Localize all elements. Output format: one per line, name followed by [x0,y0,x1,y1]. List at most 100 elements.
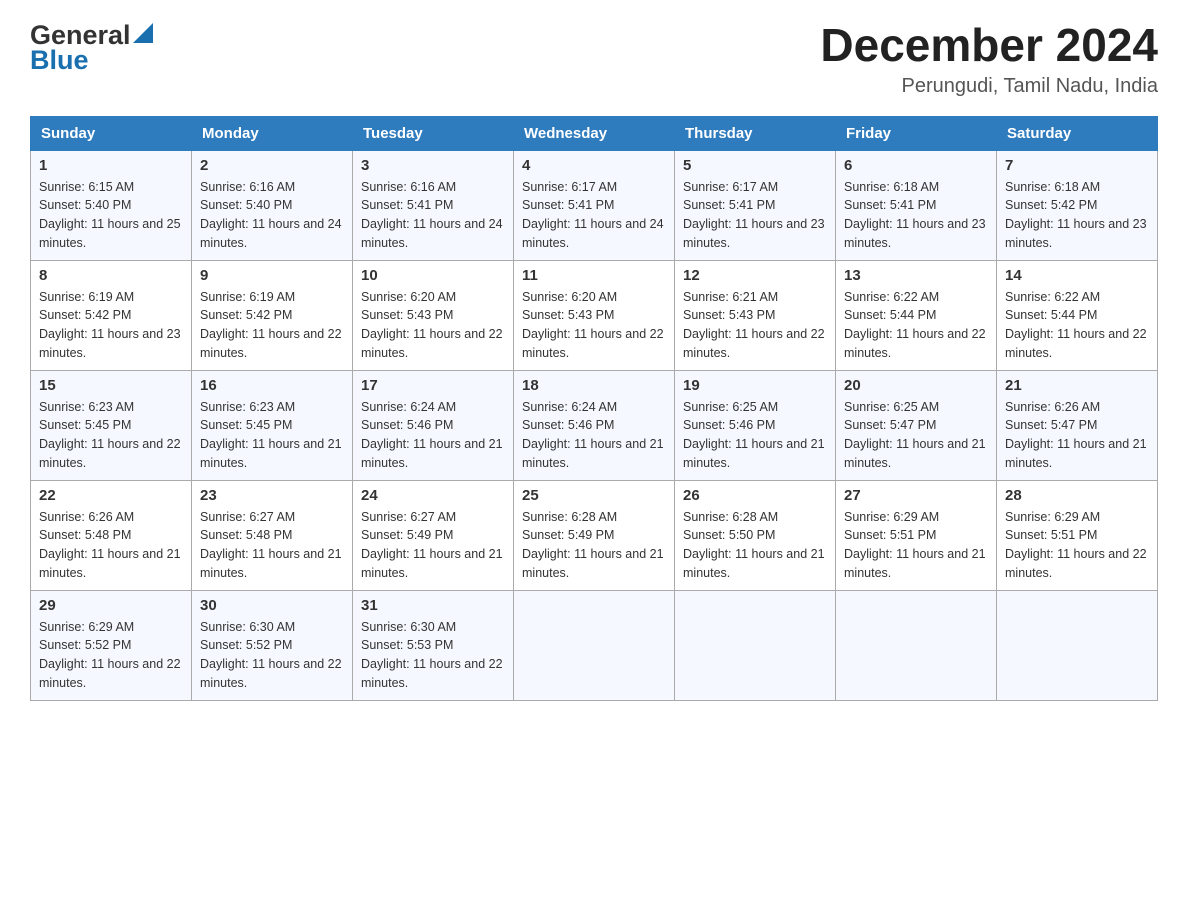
day-number: 4 [522,157,666,174]
day-number: 24 [361,487,505,504]
month-year-title: December 2024 [820,20,1158,71]
day-cell: 12 Sunrise: 6:21 AMSunset: 5:43 PMDaylig… [675,260,836,370]
day-number: 12 [683,267,827,284]
day-info: Sunrise: 6:16 AMSunset: 5:40 PMDaylight:… [200,180,342,250]
day-info: Sunrise: 6:29 AMSunset: 5:51 PMDaylight:… [844,510,986,580]
day-number: 3 [361,157,505,174]
day-number: 5 [683,157,827,174]
day-cell: 26 Sunrise: 6:28 AMSunset: 5:50 PMDaylig… [675,480,836,590]
day-cell: 18 Sunrise: 6:24 AMSunset: 5:46 PMDaylig… [514,370,675,480]
logo-blue-text: Blue [30,45,89,76]
day-cell: 11 Sunrise: 6:20 AMSunset: 5:43 PMDaylig… [514,260,675,370]
day-cell: 19 Sunrise: 6:25 AMSunset: 5:46 PMDaylig… [675,370,836,480]
day-info: Sunrise: 6:22 AMSunset: 5:44 PMDaylight:… [844,290,986,360]
day-number: 17 [361,377,505,394]
day-info: Sunrise: 6:20 AMSunset: 5:43 PMDaylight:… [361,290,503,360]
day-cell: 29 Sunrise: 6:29 AMSunset: 5:52 PMDaylig… [31,590,192,700]
day-info: Sunrise: 6:17 AMSunset: 5:41 PMDaylight:… [683,180,825,250]
day-number: 10 [361,267,505,284]
logo: General Blue [30,20,153,76]
day-number: 19 [683,377,827,394]
day-info: Sunrise: 6:28 AMSunset: 5:50 PMDaylight:… [683,510,825,580]
day-number: 8 [39,267,183,284]
day-number: 21 [1005,377,1149,394]
day-info: Sunrise: 6:24 AMSunset: 5:46 PMDaylight:… [522,400,664,470]
day-number: 14 [1005,267,1149,284]
col-monday: Monday [192,116,353,150]
col-tuesday: Tuesday [353,116,514,150]
day-info: Sunrise: 6:23 AMSunset: 5:45 PMDaylight:… [200,400,342,470]
day-number: 25 [522,487,666,504]
day-number: 30 [200,597,344,614]
day-cell: 21 Sunrise: 6:26 AMSunset: 5:47 PMDaylig… [997,370,1158,480]
day-number: 1 [39,157,183,174]
day-cell [514,590,675,700]
day-info: Sunrise: 6:27 AMSunset: 5:48 PMDaylight:… [200,510,342,580]
day-cell: 23 Sunrise: 6:27 AMSunset: 5:48 PMDaylig… [192,480,353,590]
day-number: 26 [683,487,827,504]
week-row-4: 22 Sunrise: 6:26 AMSunset: 5:48 PMDaylig… [31,480,1158,590]
day-cell: 25 Sunrise: 6:28 AMSunset: 5:49 PMDaylig… [514,480,675,590]
day-info: Sunrise: 6:16 AMSunset: 5:41 PMDaylight:… [361,180,503,250]
day-info: Sunrise: 6:18 AMSunset: 5:41 PMDaylight:… [844,180,986,250]
day-cell: 8 Sunrise: 6:19 AMSunset: 5:42 PMDayligh… [31,260,192,370]
day-info: Sunrise: 6:29 AMSunset: 5:52 PMDaylight:… [39,620,181,690]
col-sunday: Sunday [31,116,192,150]
day-cell: 27 Sunrise: 6:29 AMSunset: 5:51 PMDaylig… [836,480,997,590]
day-cell: 13 Sunrise: 6:22 AMSunset: 5:44 PMDaylig… [836,260,997,370]
day-cell: 9 Sunrise: 6:19 AMSunset: 5:42 PMDayligh… [192,260,353,370]
col-saturday: Saturday [997,116,1158,150]
day-info: Sunrise: 6:25 AMSunset: 5:47 PMDaylight:… [844,400,986,470]
day-info: Sunrise: 6:26 AMSunset: 5:48 PMDaylight:… [39,510,181,580]
location-subtitle: Perungudi, Tamil Nadu, India [820,75,1158,98]
day-info: Sunrise: 6:21 AMSunset: 5:43 PMDaylight:… [683,290,825,360]
day-number: 20 [844,377,988,394]
day-number: 22 [39,487,183,504]
day-cell: 24 Sunrise: 6:27 AMSunset: 5:49 PMDaylig… [353,480,514,590]
day-cell [675,590,836,700]
day-number: 29 [39,597,183,614]
day-cell: 2 Sunrise: 6:16 AMSunset: 5:40 PMDayligh… [192,150,353,260]
day-number: 7 [1005,157,1149,174]
week-row-1: 1 Sunrise: 6:15 AMSunset: 5:40 PMDayligh… [31,150,1158,260]
day-cell: 15 Sunrise: 6:23 AMSunset: 5:45 PMDaylig… [31,370,192,480]
day-info: Sunrise: 6:25 AMSunset: 5:46 PMDaylight:… [683,400,825,470]
day-number: 9 [200,267,344,284]
day-cell: 7 Sunrise: 6:18 AMSunset: 5:42 PMDayligh… [997,150,1158,260]
day-cell: 30 Sunrise: 6:30 AMSunset: 5:52 PMDaylig… [192,590,353,700]
day-info: Sunrise: 6:30 AMSunset: 5:53 PMDaylight:… [361,620,503,690]
title-section: December 2024 Perungudi, Tamil Nadu, Ind… [820,20,1158,98]
day-info: Sunrise: 6:19 AMSunset: 5:42 PMDaylight:… [39,290,181,360]
page-header: General Blue December 2024 Perungudi, Ta… [30,20,1158,98]
day-cell: 16 Sunrise: 6:23 AMSunset: 5:45 PMDaylig… [192,370,353,480]
day-cell [836,590,997,700]
day-number: 23 [200,487,344,504]
day-info: Sunrise: 6:19 AMSunset: 5:42 PMDaylight:… [200,290,342,360]
day-info: Sunrise: 6:15 AMSunset: 5:40 PMDaylight:… [39,180,181,250]
day-info: Sunrise: 6:29 AMSunset: 5:51 PMDaylight:… [1005,510,1147,580]
day-number: 27 [844,487,988,504]
day-cell: 31 Sunrise: 6:30 AMSunset: 5:53 PMDaylig… [353,590,514,700]
day-info: Sunrise: 6:20 AMSunset: 5:43 PMDaylight:… [522,290,664,360]
day-number: 2 [200,157,344,174]
day-cell: 5 Sunrise: 6:17 AMSunset: 5:41 PMDayligh… [675,150,836,260]
logo-triangle-icon [133,23,153,43]
day-number: 28 [1005,487,1149,504]
day-cell: 10 Sunrise: 6:20 AMSunset: 5:43 PMDaylig… [353,260,514,370]
day-info: Sunrise: 6:26 AMSunset: 5:47 PMDaylight:… [1005,400,1147,470]
day-cell: 3 Sunrise: 6:16 AMSunset: 5:41 PMDayligh… [353,150,514,260]
col-friday: Friday [836,116,997,150]
day-cell: 17 Sunrise: 6:24 AMSunset: 5:46 PMDaylig… [353,370,514,480]
day-number: 18 [522,377,666,394]
week-row-5: 29 Sunrise: 6:29 AMSunset: 5:52 PMDaylig… [31,590,1158,700]
day-number: 13 [844,267,988,284]
day-info: Sunrise: 6:22 AMSunset: 5:44 PMDaylight:… [1005,290,1147,360]
day-number: 11 [522,267,666,284]
week-row-3: 15 Sunrise: 6:23 AMSunset: 5:45 PMDaylig… [31,370,1158,480]
calendar-table: Sunday Monday Tuesday Wednesday Thursday… [30,116,1158,701]
day-info: Sunrise: 6:27 AMSunset: 5:49 PMDaylight:… [361,510,503,580]
day-cell [997,590,1158,700]
day-cell: 22 Sunrise: 6:26 AMSunset: 5:48 PMDaylig… [31,480,192,590]
day-info: Sunrise: 6:17 AMSunset: 5:41 PMDaylight:… [522,180,664,250]
day-cell: 4 Sunrise: 6:17 AMSunset: 5:41 PMDayligh… [514,150,675,260]
